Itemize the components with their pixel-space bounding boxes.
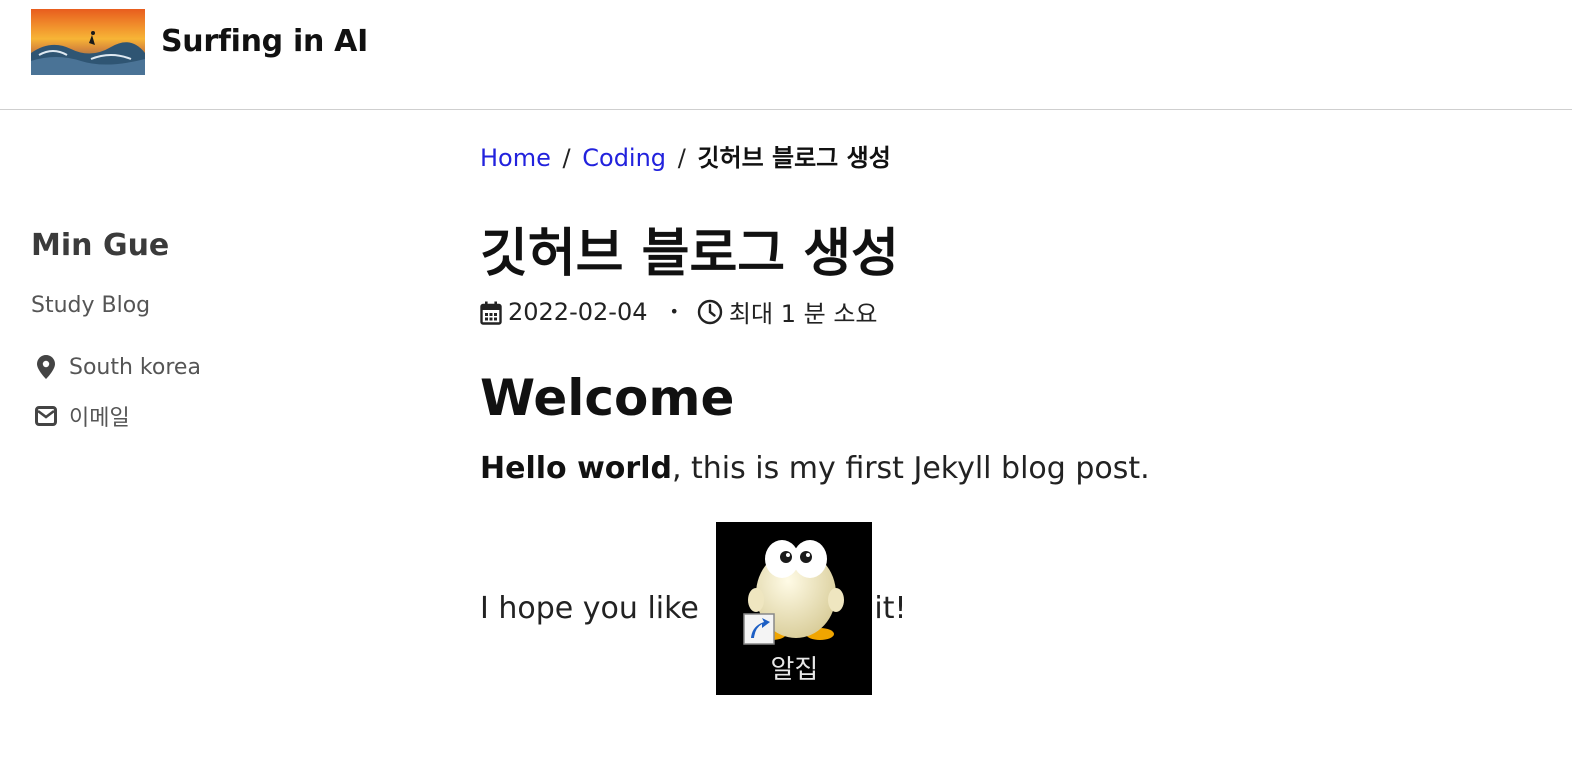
author-name: Min Gue bbox=[31, 228, 170, 263]
post-title: 깃허브 블로그 생성 bbox=[480, 224, 899, 284]
author-email-link[interactable]: 이메일 bbox=[31, 400, 431, 432]
author-bio: Study Blog bbox=[31, 293, 151, 318]
site-title[interactable]: Surfing in AI bbox=[161, 24, 368, 59]
content-text: I hope you like bbox=[480, 591, 709, 626]
author-location-text: South korea bbox=[69, 354, 201, 380]
breadcrumb-category-link[interactable]: Coding bbox=[582, 144, 666, 172]
envelope-icon bbox=[31, 401, 61, 431]
post-date: 2022-02-04 bbox=[508, 297, 648, 326]
content-paragraph: Hello world, this is my first Jekyll blo… bbox=[480, 451, 1540, 486]
calendar-icon bbox=[480, 301, 502, 325]
alzip-shortcut-image: 알집 bbox=[716, 522, 873, 695]
map-marker-icon bbox=[31, 352, 61, 382]
shortcut-label: 알집 bbox=[770, 655, 819, 685]
content-heading: Welcome bbox=[480, 369, 735, 427]
breadcrumb-home-link[interactable]: Home bbox=[480, 144, 551, 172]
content-bold-text: Hello world bbox=[480, 451, 672, 486]
content-text: it! bbox=[874, 591, 907, 626]
breadcrumb-separator: / bbox=[562, 144, 571, 172]
breadcrumb: Home / Coding / 깃허브 블로그 생성 bbox=[480, 138, 891, 173]
author-location: South korea bbox=[31, 352, 431, 382]
content-text: , this is my first Jekyll blog post. bbox=[671, 451, 1150, 486]
post-meta: 2022-02-04 • 최대 1 분 소요 bbox=[480, 294, 1540, 329]
author-email-label[interactable]: 이메일 bbox=[69, 400, 130, 432]
post-content: 깃허브 블로그 생성 2022-02-04 • 최대 1 분 소요 Welcom… bbox=[480, 222, 1540, 695]
breadcrumb-separator: / bbox=[677, 144, 686, 172]
meta-separator: • bbox=[669, 302, 679, 321]
author-sidebar: Min Gue Study Blog South korea 이메일 bbox=[31, 228, 431, 432]
clock-icon bbox=[697, 299, 723, 325]
breadcrumb-current: 깃허브 블로그 생성 bbox=[697, 144, 891, 172]
content-paragraph-image: I hope you like 알집 it! bbox=[480, 522, 1540, 695]
masthead: Surfing in AI bbox=[0, 0, 1572, 110]
surfer-photo-icon[interactable] bbox=[31, 9, 145, 75]
read-time: 최대 1 분 소요 bbox=[728, 300, 878, 328]
